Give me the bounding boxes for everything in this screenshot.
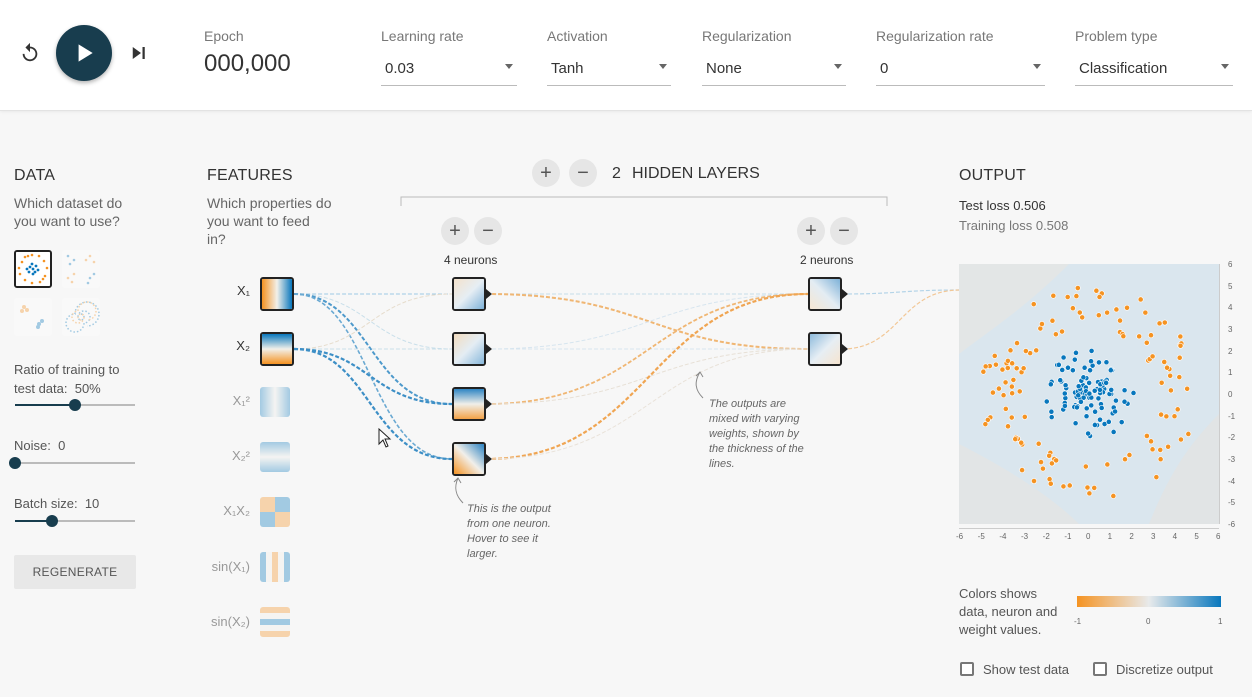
training-loss-label: Training loss <box>959 218 1033 233</box>
test-loss-label: Test loss <box>959 198 1010 213</box>
show-test-data-label: Show test data <box>983 662 1069 677</box>
color-legend-bar <box>1077 596 1221 607</box>
test-loss-value: 0.506 <box>1013 198 1046 213</box>
test-loss: Test loss 0.506 <box>959 198 1046 213</box>
color-legend-text: Colors shows data, neuron and weight val… <box>959 586 1058 637</box>
y-tick-label: -4 <box>1228 476 1236 486</box>
y-tick-label: -6 <box>1228 520 1236 529</box>
legend-tick-min: -1 <box>1074 617 1082 626</box>
output-axis-lines <box>959 264 1220 529</box>
discretize-output-label: Discretize output <box>1116 662 1213 677</box>
discretize-output-checkbox[interactable] <box>1093 662 1107 676</box>
training-loss-value: 0.508 <box>1035 218 1069 233</box>
output-title: OUTPUT <box>959 167 1026 184</box>
training-loss: Training loss 0.508 <box>959 218 1068 233</box>
annotation-weights: The outputs are mixed with varying weigh… <box>709 398 804 470</box>
y-tick-label: -3 <box>1228 455 1236 464</box>
y-tick-label: -5 <box>1228 498 1236 508</box>
y-tick-label: -2 <box>1228 433 1236 443</box>
mouse-cursor-icon <box>378 428 392 448</box>
y-tick-label: -1 <box>1228 411 1236 421</box>
legend-tick-mid: 0 <box>1146 617 1151 626</box>
legend-tick-max: 1 <box>1218 617 1223 626</box>
show-test-data-checkbox[interactable] <box>960 662 974 676</box>
annotation-neuron-output: This is the output from one neuron. Hove… <box>467 503 551 560</box>
